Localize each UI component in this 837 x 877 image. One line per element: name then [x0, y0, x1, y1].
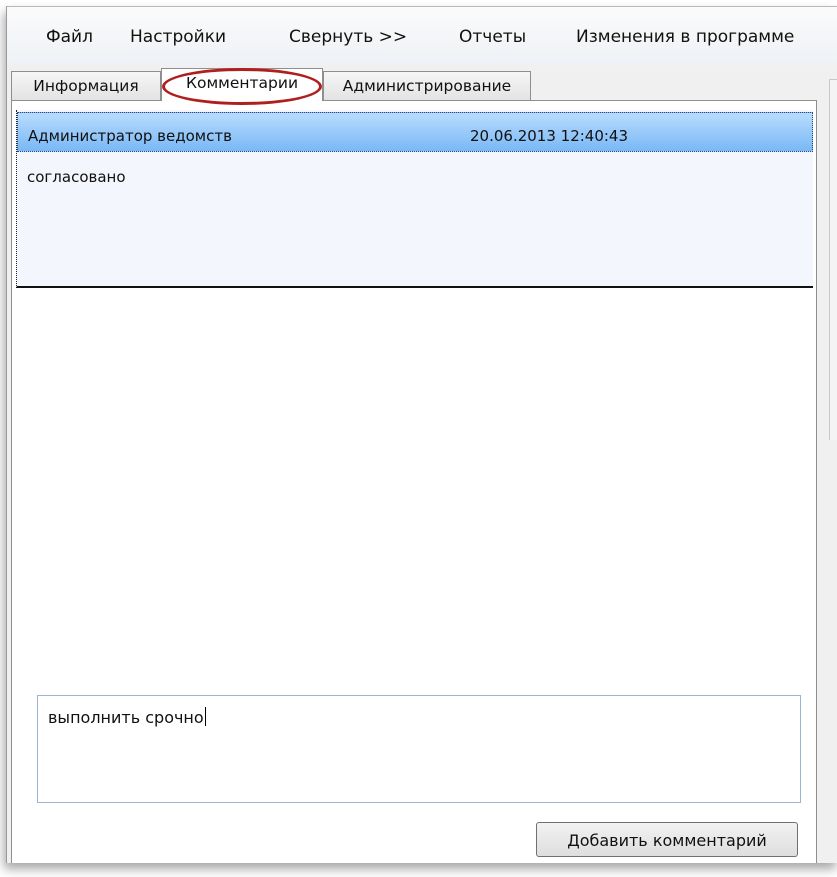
- menu-item-file[interactable]: Файл: [46, 27, 93, 47]
- new-comment-value: выполнить срочно: [48, 708, 204, 727]
- comment-list[interactable]: Администратор ведомств 20.06.2013 12:40:…: [16, 110, 813, 288]
- add-comment-button[interactable]: Добавить комментарий: [536, 822, 798, 857]
- menu-item-settings[interactable]: Настройки: [130, 27, 226, 47]
- tab-comments[interactable]: Комментарии: [161, 68, 323, 101]
- comment-date: 20.06.2013 12:40:43: [470, 127, 629, 145]
- tab-administration[interactable]: Администрирование: [323, 71, 531, 100]
- screenshot-frame: Файл Настройки Свернуть >> Отчеты Измене…: [0, 0, 837, 877]
- menu-item-reports[interactable]: Отчеты: [459, 27, 526, 47]
- side-panel-edge: [829, 79, 837, 440]
- comment-author: Администратор ведомств: [28, 127, 232, 145]
- text-caret: [204, 707, 206, 726]
- menu-item-collapse[interactable]: Свернуть >>: [289, 27, 407, 47]
- menu-bar: Файл Настройки Свернуть >> Отчеты Измене…: [7, 7, 837, 65]
- comment-text: согласовано: [27, 168, 126, 186]
- comment-header-selected[interactable]: Администратор ведомств 20.06.2013 12:40:…: [17, 112, 813, 152]
- new-comment-input[interactable]: выполнить срочно: [37, 695, 801, 803]
- tab-information[interactable]: Информация: [11, 71, 161, 100]
- app-window: Файл Настройки Свернуть >> Отчеты Измене…: [6, 6, 837, 863]
- menu-item-program-changes[interactable]: Изменения в программе: [576, 27, 794, 47]
